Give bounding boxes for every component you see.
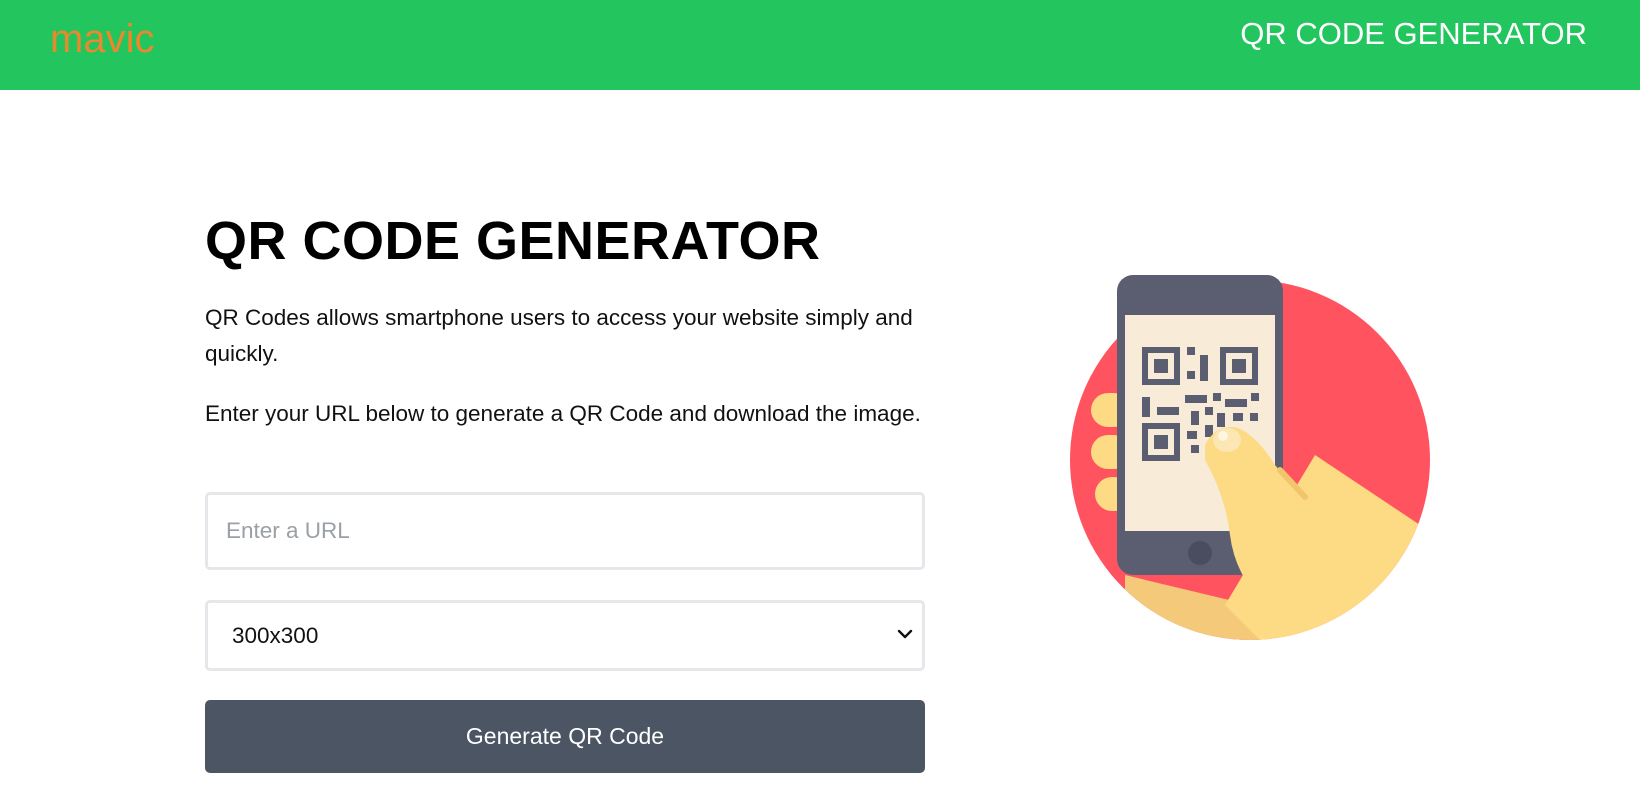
navbar: mavic QR CODE GENERATOR (0, 0, 1640, 90)
chevron-down-icon (897, 629, 913, 639)
generate-qr-code-button[interactable]: Generate QR Code (205, 700, 925, 773)
nav-title: QR CODE GENERATOR (1240, 16, 1587, 51)
brand-logo[interactable]: mavic (50, 14, 154, 64)
instruction-text: Enter your URL below to generate a QR Co… (205, 401, 921, 426)
size-select-value: 300x300 (232, 623, 319, 648)
size-select[interactable]: 300x300 (205, 600, 925, 671)
page-title: QR CODE GENERATOR (205, 211, 821, 271)
url-input[interactable] (205, 492, 925, 570)
description-text: QR Codes allows smartphone users to acce… (205, 305, 913, 366)
phone-scanning-qr-illustration (1070, 275, 1430, 640)
